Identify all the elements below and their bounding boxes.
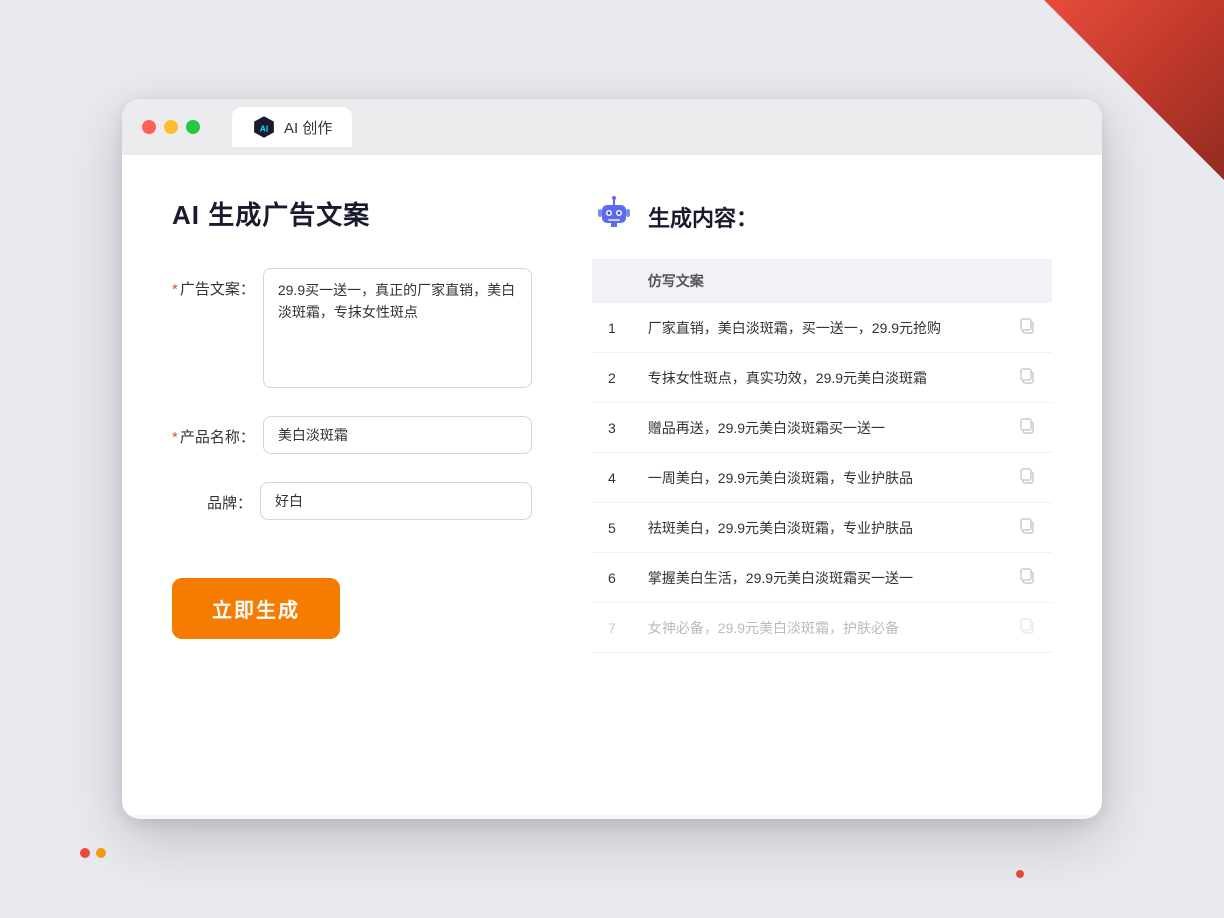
table-row: 1厂家直销，美白淡斑霜，买一送一，29.9元抢购 (592, 303, 1052, 353)
row-number: 1 (592, 303, 632, 353)
row-number: 3 (592, 403, 632, 453)
row-copy-text: 掌握美白生活，29.9元美白淡斑霜买一送一 (632, 553, 996, 603)
table-header-action (996, 259, 1052, 303)
table-header-num (592, 259, 632, 303)
table-header-row: 仿写文案 (592, 259, 1052, 303)
product-name-label: *产品名称： (172, 416, 255, 447)
copy-button[interactable] (996, 403, 1052, 453)
browser-window: AI AI 创作 AI 生成广告文案 *广告文案： 29.9买一送一，真正的厂家… (122, 99, 1102, 819)
robot-icon (592, 195, 636, 239)
row-copy-text: 厂家直销，美白淡斑霜，买一送一，29.9元抢购 (632, 303, 996, 353)
ad-copy-group: *广告文案： 29.9买一送一，真正的厂家直销，美白淡斑霜，专抹女性斑点 (172, 268, 532, 388)
product-name-required-star: * (172, 429, 178, 446)
traffic-lights (142, 120, 200, 134)
main-content: AI 生成广告文案 *广告文案： 29.9买一送一，真正的厂家直销，美白淡斑霜，… (122, 155, 1102, 815)
product-name-input[interactable] (263, 416, 532, 454)
left-panel: AI 生成广告文案 *广告文案： 29.9买一送一，真正的厂家直销，美白淡斑霜，… (172, 195, 532, 775)
ad-copy-required-star: * (172, 281, 178, 298)
table-row: 2专抹女性斑点，真实功效，29.9元美白淡斑霜 (592, 353, 1052, 403)
row-copy-text: 一周美白，29.9元美白淡斑霜，专业护肤品 (632, 453, 996, 503)
bg-decoration-bottom-left (80, 848, 106, 858)
brand-input[interactable] (260, 482, 532, 520)
copy-button[interactable] (996, 603, 1052, 653)
row-copy-text: 赠品再送，29.9元美白淡斑霜买一送一 (632, 403, 996, 453)
row-number: 7 (592, 603, 632, 653)
traffic-light-red[interactable] (142, 120, 156, 134)
right-panel: 生成内容： 仿写文案 1厂家直销，美白淡斑霜，买一送一，29.9元抢购 2专抹女… (592, 195, 1052, 775)
tab-area: AI AI 创作 (232, 107, 352, 147)
product-name-group: *产品名称： (172, 416, 532, 454)
tab-label: AI 创作 (284, 117, 332, 138)
ad-copy-input[interactable]: 29.9买一送一，真正的厂家直销，美白淡斑霜，专抹女性斑点 (263, 268, 532, 388)
result-header: 生成内容： (592, 195, 1052, 239)
table-row: 3赠品再送，29.9元美白淡斑霜买一送一 (592, 403, 1052, 453)
table-row: 7女神必备，29.9元美白淡斑霜，护肤必备 (592, 603, 1052, 653)
row-copy-text: 女神必备，29.9元美白淡斑霜，护肤必备 (632, 603, 996, 653)
ad-copy-label: *广告文案： (172, 268, 255, 299)
copy-button[interactable] (996, 353, 1052, 403)
row-number: 2 (592, 353, 632, 403)
row-number: 5 (592, 503, 632, 553)
copy-button[interactable] (996, 453, 1052, 503)
ai-tab-icon: AI (252, 115, 276, 139)
copy-button[interactable] (996, 303, 1052, 353)
result-title: 生成内容： (648, 201, 758, 233)
brand-label: 品牌： (172, 482, 252, 513)
brand-group: 品牌： (172, 482, 532, 520)
results-table: 仿写文案 1厂家直销，美白淡斑霜，买一送一，29.9元抢购 2专抹女性斑点，真实… (592, 259, 1052, 653)
row-copy-text: 专抹女性斑点，真实功效，29.9元美白淡斑霜 (632, 353, 996, 403)
table-row: 5祛斑美白，29.9元美白淡斑霜，专业护肤品 (592, 503, 1052, 553)
row-copy-text: 祛斑美白，29.9元美白淡斑霜，专业护肤品 (632, 503, 996, 553)
svg-text:AI: AI (260, 123, 269, 133)
traffic-light-yellow[interactable] (164, 120, 178, 134)
tab-ai-creation[interactable]: AI AI 创作 (232, 107, 352, 147)
table-row: 6掌握美白生活，29.9元美白淡斑霜买一送一 (592, 553, 1052, 603)
title-bar: AI AI 创作 (122, 99, 1102, 155)
table-row: 4一周美白，29.9元美白淡斑霜，专业护肤品 (592, 453, 1052, 503)
row-number: 4 (592, 453, 632, 503)
table-header-copy: 仿写文案 (632, 259, 996, 303)
bg-decoration-dot (1016, 870, 1024, 878)
copy-button[interactable] (996, 553, 1052, 603)
page-title: AI 生成广告文案 (172, 195, 532, 232)
traffic-light-green[interactable] (186, 120, 200, 134)
generate-button[interactable]: 立即生成 (172, 578, 340, 639)
copy-button[interactable] (996, 503, 1052, 553)
row-number: 6 (592, 553, 632, 603)
